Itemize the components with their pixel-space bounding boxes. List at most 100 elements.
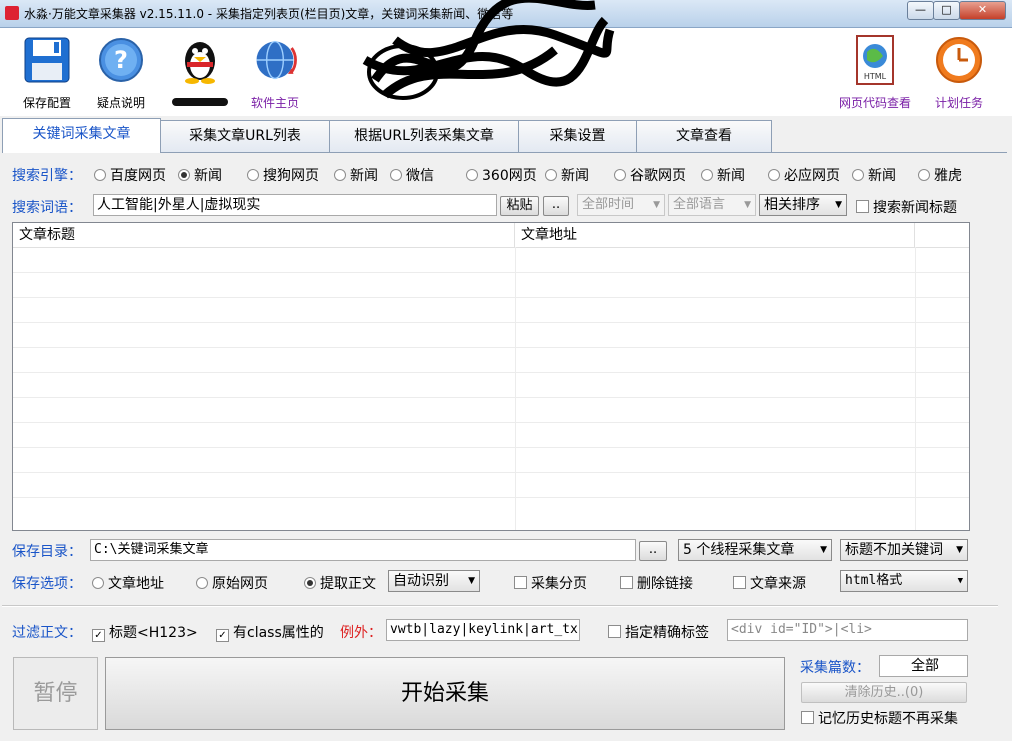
results-table[interactable]: 文章标题 文章地址: [12, 222, 970, 531]
maximize-button[interactable]: □: [933, 1, 960, 20]
engine-radio-label: 新闻: [868, 168, 896, 184]
radio-circle[interactable]: [768, 169, 780, 181]
engine-radio-4[interactable]: 微信: [390, 165, 434, 185]
engine-radio-3[interactable]: 新闻: [334, 165, 378, 185]
radio-raw-page[interactable]: 原始网页: [196, 573, 268, 593]
keyword-more-button[interactable]: ..: [543, 196, 569, 216]
remember-history-checkbox[interactable]: 记忆历史标题不再采集: [801, 708, 958, 728]
column-divider: [915, 247, 916, 530]
remember-history-label: 记忆历史标题不再采集: [818, 711, 958, 727]
minimize-button[interactable]: —: [907, 1, 934, 20]
close-button[interactable]: ✕: [959, 1, 1006, 20]
engine-radio-5[interactable]: 360网页: [466, 165, 537, 185]
exact-tag-label: 指定精确标签: [625, 625, 709, 641]
filter-h123-checkbox[interactable]: ✓ 标题<H123>: [92, 622, 198, 642]
language-filter-select[interactable]: 全部语言 ▼: [668, 194, 756, 216]
engine-radio-6[interactable]: 新闻: [545, 165, 589, 185]
engine-radio-label: 谷歌网页: [630, 168, 686, 184]
table-row: [13, 397, 969, 398]
engine-radio-0[interactable]: 百度网页: [94, 165, 166, 185]
exception-input[interactable]: vwtb|lazy|keylink|art_tx: [386, 619, 580, 641]
tab-settings[interactable]: 采集设置: [518, 120, 637, 152]
thread-count-select[interactable]: 5 个线程采集文章 ▼: [678, 539, 832, 561]
search-news-title-checkbox[interactable]: 搜索新闻标题: [856, 197, 957, 217]
html-file-icon: HTML: [851, 34, 899, 86]
clear-history-button[interactable]: 清除历史..(0): [801, 682, 967, 703]
filter-class-checkbox[interactable]: ✓ 有class属性的: [216, 622, 324, 642]
checkbox-box[interactable]: [514, 576, 527, 589]
radio-raw-page-label: 原始网页: [212, 576, 268, 592]
delete-links-checkbox[interactable]: 删除链接: [620, 573, 693, 593]
view-source-button[interactable]: HTML 网页代码查看: [836, 34, 914, 111]
time-filter-select[interactable]: 全部时间 ▼: [577, 194, 665, 216]
browse-dir-button[interactable]: ..: [639, 541, 667, 561]
column-header-url[interactable]: 文章地址: [515, 223, 915, 247]
tab-keyword-collect[interactable]: 关键词采集文章: [2, 118, 161, 153]
title-keyword-select[interactable]: 标题不加关键词 ▼: [840, 539, 968, 561]
checkbox-box[interactable]: ✓: [216, 629, 229, 642]
column-header-title[interactable]: 文章标题: [13, 223, 515, 247]
engine-radio-10[interactable]: 新闻: [852, 165, 896, 185]
sort-select[interactable]: 相关排序 ▼: [759, 194, 847, 216]
homepage-button[interactable]: 软件主页: [240, 34, 310, 111]
view-source-label: 网页代码查看: [838, 96, 911, 110]
radio-circle[interactable]: [247, 169, 259, 181]
radio-circle[interactable]: [390, 169, 402, 181]
save-config-button[interactable]: 保存配置: [12, 34, 82, 111]
search-news-title-label: 搜索新闻标题: [873, 200, 957, 216]
radio-circle[interactable]: [614, 169, 626, 181]
engine-radio-label: 搜狗网页: [263, 168, 319, 184]
checkbox-box[interactable]: [608, 625, 621, 638]
format-select[interactable]: html格式 ▼: [840, 570, 968, 592]
radio-circle[interactable]: [545, 169, 557, 181]
help-button[interactable]: ? 疑点说明: [86, 34, 156, 111]
auto-detect-select[interactable]: 自动识别 ▼: [388, 570, 480, 592]
radio-article-url[interactable]: 文章地址: [92, 573, 164, 593]
engine-radio-label: 百度网页: [110, 168, 166, 184]
engine-radio-11[interactable]: 雅虎: [918, 165, 962, 185]
engine-radio-label: 必应网页: [784, 168, 840, 184]
radio-extract-text[interactable]: 提取正文: [304, 573, 376, 593]
chevron-down-icon: ▼: [744, 200, 751, 210]
engine-radio-7[interactable]: 谷歌网页: [614, 165, 686, 185]
collect-paging-checkbox[interactable]: 采集分页: [514, 573, 587, 593]
radio-circle[interactable]: [178, 169, 190, 181]
svg-text:?: ?: [114, 46, 128, 74]
engine-radio-label: 新闻: [717, 168, 745, 184]
engine-radio-label: 雅虎: [934, 168, 962, 184]
paste-button[interactable]: 粘贴: [500, 196, 539, 216]
checkbox-box[interactable]: [856, 200, 869, 213]
radio-circle[interactable]: [196, 577, 208, 589]
engine-radio-2[interactable]: 搜狗网页: [247, 165, 319, 185]
schedule-button[interactable]: 计划任务: [924, 34, 994, 111]
checkbox-box[interactable]: [801, 711, 814, 724]
article-source-checkbox[interactable]: 文章来源: [733, 573, 806, 593]
checkbox-box[interactable]: ✓: [92, 629, 105, 642]
tab-url-list[interactable]: 采集文章URL列表: [160, 120, 330, 152]
exact-tag-checkbox[interactable]: 指定精确标签: [608, 622, 709, 642]
collect-count-input[interactable]: 全部: [879, 655, 968, 677]
radio-circle[interactable]: [852, 169, 864, 181]
engine-radio-9[interactable]: 必应网页: [768, 165, 840, 185]
tab-collect-by-url[interactable]: 根据URL列表采集文章: [329, 120, 519, 152]
engine-radio-8[interactable]: 新闻: [701, 165, 745, 185]
save-dir-input[interactable]: C:\关键词采集文章: [90, 539, 636, 561]
radio-circle[interactable]: [466, 169, 478, 181]
qq-button[interactable]: [165, 34, 235, 106]
checkbox-box[interactable]: [620, 576, 633, 589]
checkbox-box[interactable]: [733, 576, 746, 589]
radio-circle[interactable]: [334, 169, 346, 181]
save-config-label: 保存配置: [22, 96, 71, 110]
radio-circle[interactable]: [918, 169, 930, 181]
radio-circle[interactable]: [701, 169, 713, 181]
tab-article-view[interactable]: 文章查看: [636, 120, 772, 152]
engine-radio-1[interactable]: 新闻: [178, 165, 222, 185]
pause-button[interactable]: 暂停: [13, 657, 98, 730]
start-collect-button[interactable]: 开始采集: [105, 657, 785, 730]
exact-tag-input[interactable]: <div id="ID">|<li>: [727, 619, 968, 641]
redacted-label: [172, 98, 228, 106]
keyword-input[interactable]: 人工智能|外星人|虚拟现实: [93, 194, 497, 216]
radio-circle[interactable]: [94, 169, 106, 181]
radio-circle[interactable]: [92, 577, 104, 589]
radio-circle[interactable]: [304, 577, 316, 589]
